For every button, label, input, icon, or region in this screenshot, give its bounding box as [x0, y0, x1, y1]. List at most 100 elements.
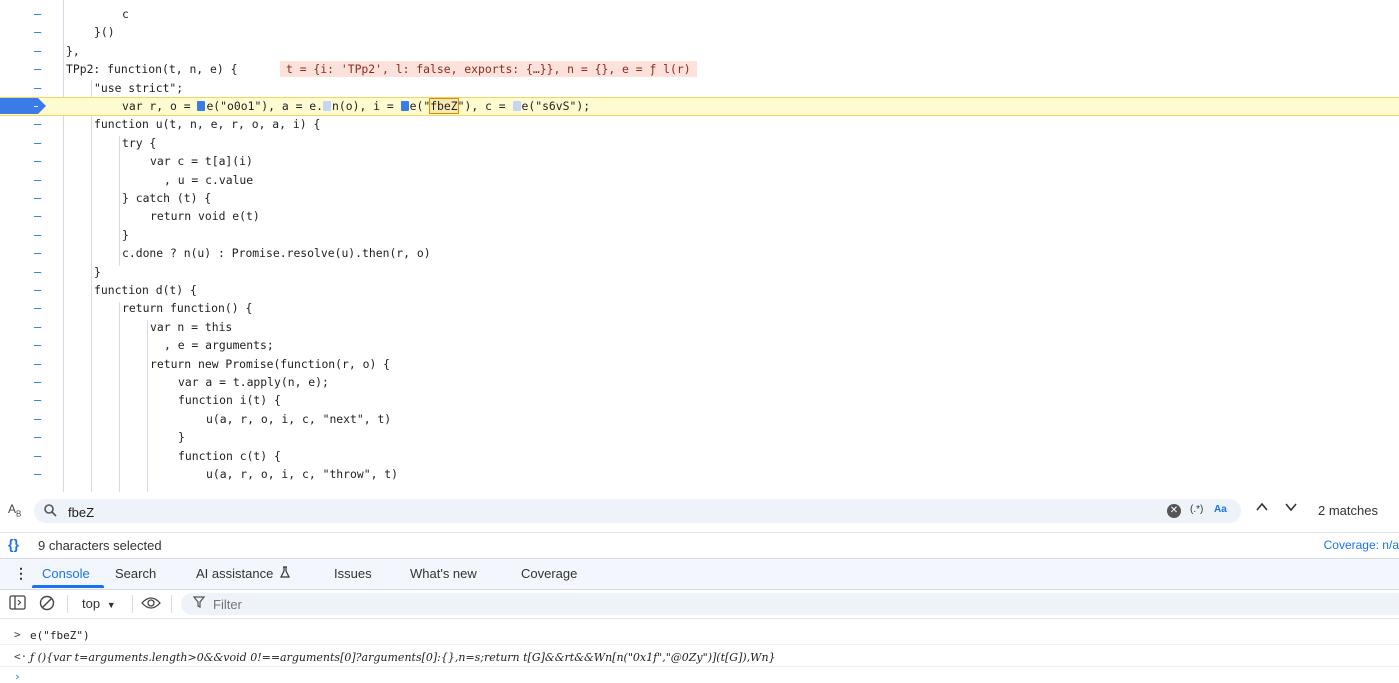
source-editor[interactable]: – c –}() –}, – TPp2: function(t, n, e) {t = {…	[0, 0, 1399, 492]
gutter-line-marker[interactable]: –	[34, 172, 42, 188]
pretty-print-icon[interactable]: {}	[8, 536, 19, 552]
match-case-icon[interactable]: AB	[8, 502, 21, 518]
gutter-line-marker[interactable]: –	[34, 264, 42, 280]
input-prompt-icon: >	[14, 628, 21, 641]
inline-breakpoint-icon[interactable]	[323, 101, 332, 111]
code-line: – function i(t) {	[0, 392, 1399, 410]
gutter-line-marker[interactable]: –	[34, 429, 42, 445]
code-text: }	[94, 264, 101, 279]
gutter-line-marker[interactable]: –	[34, 319, 42, 335]
gutter-line-marker[interactable]: –	[34, 208, 42, 224]
tab-ai-assistance[interactable]: AI assistance	[196, 566, 290, 581]
clear-console-icon[interactable]	[39, 595, 55, 616]
match-count: 2 matches	[1318, 503, 1378, 518]
code-text: u(a, r, o, i, c, "next", t)	[206, 411, 392, 426]
console-input-entry: > e("fbeZ")	[0, 624, 1399, 645]
gutter-line-marker[interactable]: –	[34, 337, 42, 353]
gutter-line-marker[interactable]: –	[34, 411, 42, 427]
inline-breakpoint-icon[interactable]	[400, 101, 409, 111]
code-text: function i(t) {	[178, 393, 281, 408]
console-result-entry: <· ƒ (){var t=arguments.length>0&&void 0…	[0, 646, 1399, 667]
gutter-line-marker[interactable]: –	[34, 43, 42, 59]
code-text: var c = t[a](i)	[150, 154, 253, 169]
gutter-line-marker[interactable]: –	[34, 356, 42, 372]
gutter-line-marker[interactable]: –	[34, 6, 42, 22]
tab-ai-assistance-label: AI assistance	[196, 566, 274, 581]
tab-issues[interactable]: Issues	[334, 566, 372, 581]
gutter-line-marker[interactable]: –	[34, 24, 42, 40]
coverage-status-link[interactable]: Coverage: n/a	[1324, 538, 1399, 552]
breakpoint-dash: –	[34, 99, 42, 113]
code-line: – TPp2: function(t, n, e) {t = {i: 'TPp2'…	[0, 61, 1399, 79]
code-token: e("o0o1"), a = e.	[206, 99, 324, 113]
code-line: – try {	[0, 135, 1399, 153]
code-line: – u(a, r, o, i, c, "next", t)	[0, 411, 1399, 429]
code-line: –} catch (t) {	[0, 190, 1399, 208]
gutter-line-marker[interactable]: –	[34, 448, 42, 464]
code-text: function c(t) {	[178, 448, 281, 463]
active-tab-indicator	[32, 585, 104, 588]
code-token: e("s6vS");	[521, 99, 591, 113]
tab-console[interactable]: Console	[42, 566, 90, 581]
search-box: ✕ (.*) Aa	[34, 499, 1241, 523]
code-text: return new Promise(function(r, o) {	[150, 356, 391, 371]
code-token: n(o), i =	[332, 99, 401, 113]
console-caret-icon[interactable]: ›	[14, 670, 21, 683]
code-line: – function d(t) {	[0, 282, 1399, 300]
code-line: –}	[0, 429, 1399, 447]
inline-breakpoint-icon[interactable]	[197, 101, 206, 111]
eye-icon[interactable]	[141, 596, 161, 615]
gutter-line-marker[interactable]: –	[34, 374, 42, 390]
previous-match-button[interactable]	[1256, 501, 1268, 516]
gutter-line-marker[interactable]: –	[34, 153, 42, 169]
case-sensitive-toggle-icon[interactable]: Aa	[1214, 504, 1227, 515]
gutter-line-marker[interactable]: –	[34, 80, 42, 96]
context-selector[interactable]: top ▼	[82, 596, 116, 611]
search-input[interactable]	[66, 502, 1150, 522]
execution-line: – var r, o = e("o0o1"), a = e. n(o), i = e…	[0, 97, 1399, 116]
code-text: function d(t) {	[94, 283, 197, 297]
tab-whats-new[interactable]: What's new	[410, 566, 477, 581]
toolbar-separator	[67, 595, 68, 613]
gutter-line-marker[interactable]: –	[34, 392, 42, 408]
gutter-line-marker[interactable]: –	[34, 227, 42, 243]
regex-toggle-icon[interactable]: (.*)	[1190, 504, 1203, 515]
tab-search[interactable]: Search	[115, 566, 156, 581]
code-text: c	[122, 7, 129, 21]
code-text: TPp2: function(t, n, e) {	[66, 62, 238, 77]
console-filter-input[interactable]	[211, 596, 1115, 613]
more-options-icon[interactable]: ⋮	[14, 565, 28, 582]
code-line: – return function() {	[0, 300, 1399, 318]
tab-coverage[interactable]: Coverage	[521, 566, 577, 581]
gutter-line-marker[interactable]: –	[34, 466, 42, 482]
editor-status-bar: {} 9 characters selected Coverage: n/a	[0, 532, 1399, 557]
code-line: – var a = t.apply(n, e);	[0, 374, 1399, 392]
gutter-line-marker[interactable]: –	[34, 282, 42, 298]
code-line: – u(a, r, o, i, c, "throw", t)	[0, 466, 1399, 484]
inline-breakpoint-icon[interactable]	[512, 101, 521, 111]
code-text: , u = c.value	[164, 172, 254, 187]
code-text: try {	[122, 135, 157, 150]
code-line: – c.done ? n(u) : Promise.resolve(u).then…	[0, 245, 1399, 263]
code-line: – , e = arguments;	[0, 337, 1399, 355]
code-line: – c	[0, 6, 1399, 24]
code-line: – , u = c.value	[0, 172, 1399, 190]
gutter-line-marker[interactable]: –	[34, 135, 42, 151]
search-bar: AB ✕ (.*) Aa 2 matches	[0, 496, 1399, 526]
next-match-button[interactable]	[1285, 501, 1297, 516]
gutter-line-marker[interactable]: –	[34, 61, 42, 77]
gutter-line-marker[interactable]: –	[34, 245, 42, 261]
breakpoint-marker[interactable]: –	[0, 98, 46, 114]
console-result-text[interactable]: ƒ (){var t=arguments.length>0&&void 0!==…	[30, 651, 776, 664]
gutter-line-marker[interactable]: –	[34, 190, 42, 206]
result-prompt-icon: <·	[14, 650, 28, 663]
filter-icon	[192, 596, 206, 611]
gutter-line-marker[interactable]: –	[34, 300, 42, 316]
code-line: – var n = this	[0, 319, 1399, 337]
gutter-line-marker[interactable]: –	[34, 116, 42, 132]
sidebar-toggle-icon[interactable]	[9, 595, 26, 615]
console-command-text: e("fbeZ")	[30, 629, 90, 642]
console-output[interactable]: > e("fbeZ") <· ƒ (){var t=arguments.leng…	[0, 620, 1399, 683]
code-line: – function c(t) {	[0, 448, 1399, 466]
clear-search-icon[interactable]: ✕	[1167, 504, 1181, 518]
